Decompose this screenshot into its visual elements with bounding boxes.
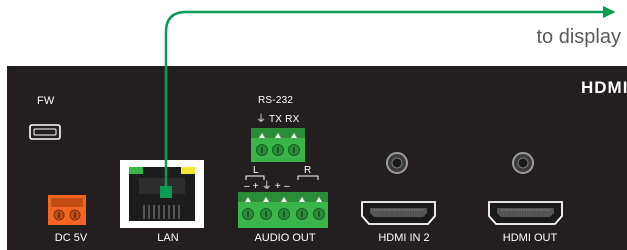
hdmi-port-icon [361, 201, 436, 225]
hdmi-out-mount-nut [512, 152, 534, 174]
device-diagram: to display HDMI FW RS-232 ⏚ TX RX L R – … [0, 0, 627, 250]
diagram-graphics [29, 5, 616, 228]
audio-pin-brackets [245, 175, 319, 180]
mini-usb-port-icon [29, 124, 61, 140]
hdmi-port-icon [488, 201, 563, 225]
power-terminal-icon [48, 195, 86, 225]
audio-terminal-block-icon [238, 192, 328, 228]
hdmi-in-mount-nut [386, 152, 408, 174]
rs232-terminal-icon [251, 128, 305, 162]
lan-to-display-line [160, 5, 616, 198]
